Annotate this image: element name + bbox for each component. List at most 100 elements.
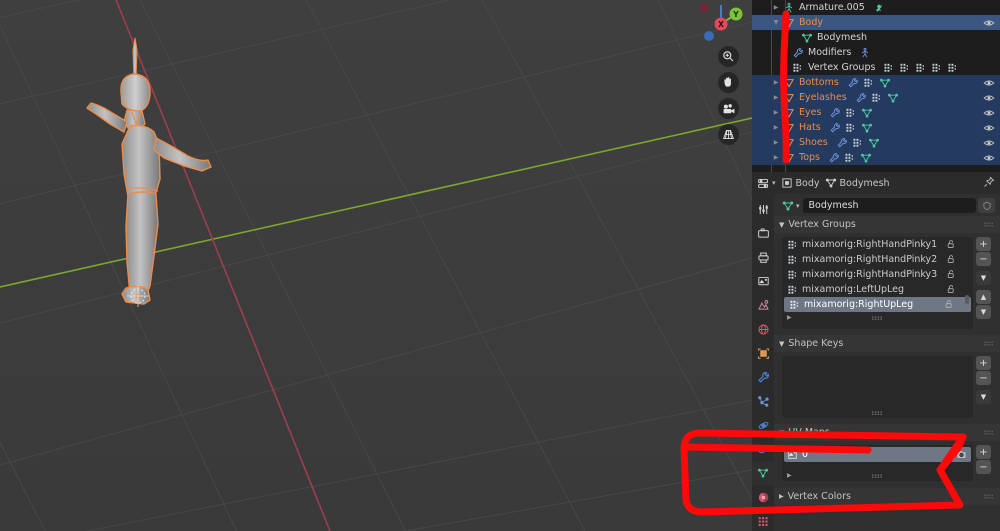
mesh-data-icon[interactable] [886, 91, 900, 105]
eye-icon[interactable] [983, 90, 995, 105]
vertex-group-icon[interactable] [870, 91, 884, 105]
tab-modifiers[interactable] [752, 365, 774, 389]
mesh-data-icon[interactable] [878, 76, 892, 90]
properties-body[interactable]: ▾ Bodymesh ▼ Vertex Groups mixamorig:Rig… [774, 194, 1000, 531]
outliner-row[interactable]: ▶ Tops [752, 150, 1000, 165]
remove-icon[interactable]: − [976, 460, 991, 474]
eye-icon[interactable] [983, 120, 995, 135]
outliner-row[interactable]: ▶ Modifiers [752, 45, 1000, 60]
tab-tool[interactable] [752, 197, 774, 221]
outliner-row[interactable]: ▶ Vertex Groups [752, 60, 1000, 75]
wrench-icon[interactable] [846, 76, 860, 90]
mesh-data-icon[interactable] [859, 151, 873, 165]
breadcrumb-object[interactable]: Body [781, 177, 820, 189]
vertex-group-row[interactable]: mixamorig:RightHandPinky2 [782, 252, 973, 267]
shape-keys-side-buttons[interactable]: + − ▼ [976, 356, 995, 418]
outliner-row[interactable]: Bodymesh [752, 30, 1000, 45]
shield-icon[interactable] [978, 198, 995, 213]
mesh-data-icon[interactable] [860, 121, 874, 135]
add-icon[interactable]: + [976, 356, 991, 370]
hand-icon[interactable] [718, 72, 739, 93]
specials-icon[interactable]: ▼ [976, 271, 991, 285]
properties-editor[interactable]: ▾ Body Bodymesh ▾ Bodymesh ▼ Vertex Grou… [752, 172, 1000, 531]
outliner-row[interactable]: ▶ Shoes [752, 135, 1000, 150]
remove-icon[interactable]: − [976, 371, 991, 385]
panel-header-shape-keys[interactable]: ▼ Shape Keys [774, 335, 1000, 352]
vertex-group-icon[interactable] [851, 136, 865, 150]
mesh-data-icon[interactable] [867, 136, 881, 150]
vertex-group-icon[interactable] [844, 121, 858, 135]
tab-output[interactable] [752, 245, 774, 269]
remove-icon[interactable]: − [976, 252, 991, 266]
lock-open-icon[interactable] [944, 299, 954, 312]
outliner-row[interactable]: ▶ Bottoms [752, 75, 1000, 90]
chevron-right-icon[interactable]: ▶ [770, 154, 782, 161]
tab-texture[interactable] [752, 509, 774, 531]
outliner-row[interactable]: ▶ Hats [752, 120, 1000, 135]
zoom-icon[interactable] [718, 46, 739, 67]
uv-maps-side-buttons[interactable]: + − [976, 445, 995, 481]
specials-icon[interactable]: ▼ [976, 390, 991, 404]
eye-icon[interactable] [983, 135, 995, 150]
tab-object-data[interactable] [752, 461, 774, 485]
mesh-name-value[interactable]: Bodymesh [802, 198, 976, 213]
character-mesh[interactable] [84, 34, 260, 322]
wrench-icon[interactable] [828, 106, 842, 120]
vertex-group-icon[interactable] [898, 61, 912, 75]
tab-constraints[interactable] [752, 437, 774, 461]
tab-object[interactable] [752, 341, 774, 365]
list-scrollbar[interactable] [965, 295, 969, 304]
chevron-right-icon[interactable]: ▶ [770, 79, 782, 86]
add-icon[interactable]: + [976, 237, 991, 251]
eye-icon[interactable] [983, 105, 995, 120]
uv-maps-list-footer[interactable]: ▶ [782, 470, 973, 481]
vertex-groups-list[interactable]: mixamorig:RightHandPinky1 mixamorig:Righ… [782, 237, 973, 329]
3d-viewport[interactable]: Y X [0, 0, 752, 531]
properties-tab-column[interactable] [752, 194, 774, 531]
tab-material[interactable] [752, 485, 774, 509]
wrench-icon[interactable] [828, 121, 842, 135]
outliner-row[interactable]: ▶ Eyes [752, 105, 1000, 120]
chevron-right-icon[interactable]: ▶ [770, 4, 782, 11]
armature-modifier-icon[interactable] [858, 46, 872, 60]
eye-icon[interactable] [983, 150, 995, 165]
mesh-datablock-field[interactable]: ▾ Bodymesh [779, 198, 995, 213]
wrench-icon[interactable] [827, 151, 841, 165]
mesh-data-icon[interactable] [860, 106, 874, 120]
move-up-icon[interactable]: ▲ [976, 290, 991, 304]
add-icon[interactable]: + [976, 445, 991, 459]
vertex-group-row[interactable]: mixamorig:RightUpLeg [784, 297, 971, 312]
vertex-group-row[interactable]: mixamorig:LeftUpLeg [782, 282, 973, 297]
lock-open-icon[interactable] [946, 269, 956, 282]
navigation-gizmo[interactable]: Y X [700, 2, 746, 42]
chevron-down-icon[interactable]: ▼ [770, 19, 782, 26]
shape-keys-list[interactable] [782, 356, 973, 418]
outliner-row[interactable]: ▶ Armature.005 [752, 0, 1000, 15]
eye-icon[interactable] [983, 75, 995, 90]
outliner-row[interactable]: ▼ Body [752, 15, 1000, 30]
editor-type-icon[interactable]: ▾ [757, 177, 776, 190]
vertex-group-icon[interactable] [843, 151, 857, 165]
vertex-group-icon[interactable] [862, 76, 876, 90]
vertex-group-icon[interactable] [844, 106, 858, 120]
grid-perspective-icon[interactable] [718, 124, 739, 145]
tab-view-layer[interactable] [752, 269, 774, 293]
vertex-group-icon[interactable] [882, 61, 896, 75]
vertex-group-icon[interactable] [914, 61, 928, 75]
move-down-icon[interactable]: ▼ [976, 305, 991, 319]
chevron-right-icon[interactable]: ▶ [770, 124, 782, 131]
outliner-editor[interactable]: ▶ Armature.005 ▼ Body Bodymesh ▶ Modifier… [752, 0, 1000, 172]
lock-open-icon[interactable] [946, 254, 956, 267]
expand-filter-icon[interactable]: ▶ [787, 472, 792, 479]
vertex-groups-side-buttons[interactable]: + − ▼ ▲ ▼ [976, 237, 995, 329]
chevron-right-icon[interactable]: ▶ [770, 94, 782, 101]
pin-icon[interactable] [983, 176, 995, 191]
breadcrumb-data[interactable]: Bodymesh [825, 177, 890, 189]
lock-open-icon[interactable] [946, 284, 956, 297]
vertex-group-icon[interactable] [930, 61, 944, 75]
vertex-group-row[interactable]: mixamorig:RightHandPinky1 [782, 237, 973, 252]
tab-world[interactable] [752, 317, 774, 341]
shape-keys-list-footer[interactable] [782, 407, 973, 418]
vertex-group-row[interactable]: mixamorig:RightHandPinky3 [782, 267, 973, 282]
chevron-right-icon[interactable]: ▶ [779, 64, 791, 71]
